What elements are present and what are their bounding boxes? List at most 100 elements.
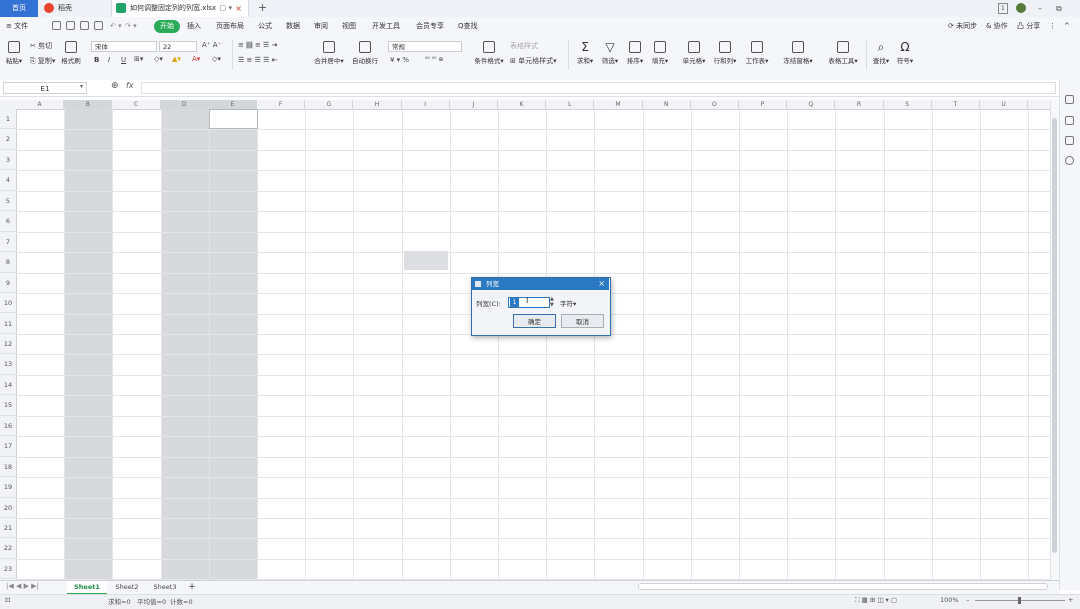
row-header-1[interactable]: 1: [0, 109, 16, 130]
row-header-15[interactable]: 15: [0, 395, 16, 416]
selected-column-d[interactable]: [161, 109, 209, 580]
zoom-level[interactable]: 100%: [940, 596, 959, 604]
share-button[interactable]: 凸 分享: [1017, 20, 1040, 33]
sheet-view-icon[interactable]: ⊡: [5, 596, 10, 604]
sort-button[interactable]: 排序▾: [624, 41, 646, 65]
merge-center-button[interactable]: 合并居中▾: [312, 41, 346, 65]
save-icon[interactable]: [52, 21, 61, 30]
column-header-t[interactable]: T: [932, 100, 980, 109]
tab-member[interactable]: 会员专享: [416, 20, 444, 33]
horizontal-scrollbar[interactable]: [638, 583, 1048, 590]
name-box-dropdown-icon[interactable]: ▾: [80, 83, 83, 90]
symbol-button[interactable]: Ω 符号▾: [895, 41, 915, 65]
worksheet-button[interactable]: 工作表▾: [744, 41, 770, 65]
export-pdf-icon[interactable]: [94, 21, 103, 30]
bold-button[interactable]: B: [94, 56, 99, 64]
column-header-p[interactable]: P: [739, 100, 788, 109]
cancel-button[interactable]: 取消: [561, 314, 604, 328]
row-header-8[interactable]: 8: [0, 252, 16, 273]
font-size-select[interactable]: 22: [159, 41, 197, 52]
tab-insert[interactable]: 插入: [187, 20, 201, 33]
underline-button[interactable]: U: [121, 56, 126, 64]
row-header-17[interactable]: 17: [0, 436, 16, 457]
column-header-f[interactable]: F: [257, 100, 306, 109]
column-header-q[interactable]: Q: [787, 100, 836, 109]
home-tab[interactable]: 首页: [0, 0, 38, 17]
table-style-button[interactable]: 表格样式: [510, 41, 538, 51]
tab-review[interactable]: 审阅: [314, 20, 328, 33]
row-header-14[interactable]: 14: [0, 375, 16, 396]
number-format-select[interactable]: 常规: [388, 41, 462, 52]
tab-developer[interactable]: 开发工具: [372, 20, 400, 33]
column-header-o[interactable]: O: [691, 100, 739, 109]
align-left-icon[interactable]: ☰ ≡ ☰ ☰ ⇤: [238, 56, 277, 64]
formula-input[interactable]: [141, 82, 1056, 94]
column-header-b[interactable]: B: [64, 100, 113, 109]
tab-data[interactable]: 数据: [286, 20, 300, 33]
freeze-panes-button[interactable]: 冻结窗格▾: [781, 41, 815, 65]
sheet-tab-1[interactable]: Sheet1: [67, 581, 107, 595]
collapse-ribbon-icon[interactable]: ^: [1064, 20, 1070, 33]
column-header-d[interactable]: D: [160, 100, 209, 109]
row-header-6[interactable]: 6: [0, 211, 16, 232]
dialog-title-bar[interactable]: 列宽 ×: [472, 278, 609, 290]
document-tab[interactable]: 如何调整固定列的列宽.xlsx ▢ ▾ ×: [111, 0, 249, 17]
row-header-22[interactable]: 22: [0, 538, 16, 559]
column-header-a[interactable]: A: [16, 100, 65, 109]
column-header-u[interactable]: U: [980, 100, 1029, 109]
zoom-in-button[interactable]: +: [1068, 596, 1073, 604]
print-icon[interactable]: [80, 21, 89, 30]
cell-style-button[interactable]: ⊞ 单元格样式▾: [510, 56, 557, 66]
sheet-tab-2[interactable]: Sheet2: [110, 581, 144, 593]
column-header-h[interactable]: H: [353, 100, 402, 109]
selected-column-b[interactable]: [65, 109, 113, 580]
find-button[interactable]: ⌕ 查找▾: [871, 41, 891, 65]
avatar[interactable]: [1016, 3, 1026, 13]
highlighted-cell[interactable]: [404, 251, 448, 270]
restore-button[interactable]: ⧉: [1056, 0, 1062, 17]
paste-button[interactable]: 粘贴▾: [4, 41, 24, 65]
sync-status[interactable]: ⟳ 未同步: [948, 20, 977, 33]
cells-button[interactable]: 单元格▾: [682, 41, 706, 65]
unit-select[interactable]: 字符▾: [560, 298, 576, 308]
row-header-4[interactable]: 4: [0, 170, 16, 191]
format-painter-button[interactable]: 格式刷: [60, 41, 82, 65]
table-tools-button[interactable]: 表格工具▾: [826, 41, 860, 65]
column-header-m[interactable]: M: [594, 100, 643, 109]
row-header-13[interactable]: 13: [0, 354, 16, 375]
sheet-nav-icons[interactable]: |◀ ◀ ▶ ▶|: [6, 582, 39, 590]
find-command-search[interactable]: Q查找: [458, 20, 478, 33]
italic-button[interactable]: I: [108, 56, 110, 64]
tab-view[interactable]: 视图: [342, 20, 356, 33]
collaborate-button[interactable]: & 协作: [986, 20, 1008, 33]
clear-format-icon[interactable]: ◇▾: [212, 55, 221, 63]
tab-formula[interactable]: 公式: [258, 20, 272, 33]
properties-icon[interactable]: [1065, 116, 1074, 125]
align-top-icon[interactable]: ≡ ▤ ≡ ☰ ⇥: [238, 41, 277, 49]
redo-icon[interactable]: ↷ ▾: [125, 20, 137, 33]
font-name-select[interactable]: 宋体: [91, 41, 157, 52]
column-header-e[interactable]: E: [208, 100, 257, 109]
minimize-button[interactable]: –: [1038, 0, 1042, 17]
daoke-tab[interactable]: 稻壳: [40, 0, 108, 17]
column-header-k[interactable]: K: [498, 100, 547, 109]
active-cell[interactable]: [209, 109, 258, 129]
row-header-3[interactable]: 3: [0, 150, 16, 171]
column-header-c[interactable]: C: [112, 100, 161, 109]
more-menu-icon[interactable]: ⋮: [1049, 20, 1056, 33]
tab-start[interactable]: 开始: [154, 20, 180, 33]
sum-button[interactable]: Σ 求和▾: [574, 41, 596, 65]
row-header-23[interactable]: 23: [0, 559, 16, 580]
font-grow-icon[interactable]: A⁺ A⁻: [202, 41, 221, 49]
vertical-scroll-thumb[interactable]: [1052, 118, 1057, 553]
wrap-text-button[interactable]: 自动换行: [350, 41, 380, 65]
font-color-icon[interactable]: A▾: [192, 55, 200, 63]
column-header-j[interactable]: J: [450, 100, 498, 109]
cut-button[interactable]: ✂ 剪切: [30, 41, 52, 51]
file-menu[interactable]: ≡ 文件: [6, 20, 28, 33]
row-header-11[interactable]: 11: [0, 314, 16, 334]
row-header-9[interactable]: 9: [0, 273, 16, 294]
column-header-l[interactable]: L: [546, 100, 595, 109]
currency-percent-icons[interactable]: ¥ ▾ %: [390, 56, 409, 64]
zoom-out-button[interactable]: –: [966, 596, 969, 604]
